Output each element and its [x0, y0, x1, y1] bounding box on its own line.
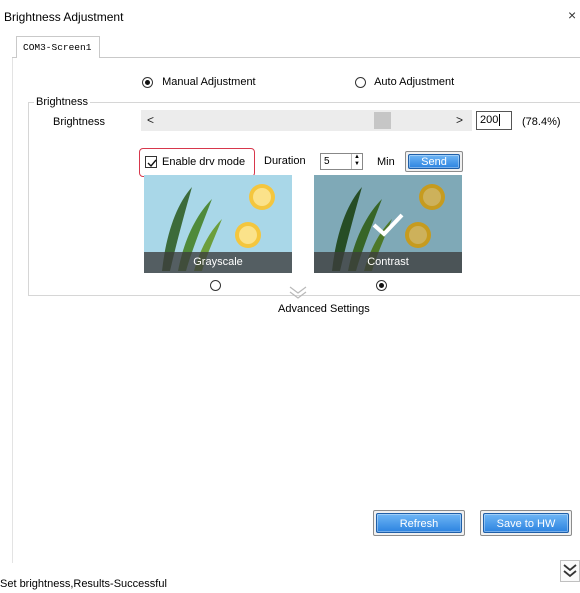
refresh-button[interactable]: Refresh	[376, 513, 462, 533]
contrast-preset-image[interactable]: Contrast	[314, 175, 462, 273]
enable-drv-mode-label: Enable drv mode	[162, 156, 246, 168]
status-message: Set brightness,Results-Successful	[0, 578, 167, 590]
brightness-percent: (78.4%)	[522, 116, 561, 128]
contrast-preset-radio[interactable]	[376, 280, 387, 291]
grayscale-caption: Grayscale	[144, 252, 292, 273]
save-to-hw-button-frame: Save to HW	[480, 510, 572, 536]
grayscale-preset-image[interactable]: Grayscale	[144, 175, 292, 273]
brightness-slider[interactable]: < >	[141, 110, 472, 131]
brightness-group	[28, 102, 580, 296]
advanced-settings-link[interactable]: Advanced Settings	[278, 303, 370, 315]
auto-adjustment-option[interactable]: Auto Adjustment	[355, 76, 454, 88]
duration-unit: Min	[377, 156, 395, 168]
expand-corner-button[interactable]	[560, 560, 580, 582]
grayscale-preset-radio[interactable]	[210, 280, 221, 291]
tab-strip: COM3-Screen1	[12, 36, 580, 59]
manual-adjustment-option[interactable]: Manual Adjustment	[142, 76, 256, 88]
selected-checkmark-icon	[372, 213, 404, 237]
brightness-group-label: Brightness	[34, 96, 90, 108]
check-icon	[147, 159, 157, 168]
manual-adjustment-label: Manual Adjustment	[162, 76, 256, 89]
auto-adjustment-radio[interactable]	[355, 76, 366, 88]
send-button[interactable]: Send	[408, 154, 460, 169]
manual-adjustment-radio[interactable]	[142, 76, 153, 88]
auto-adjustment-label: Auto Adjustment	[374, 76, 455, 89]
tab-com3-screen1[interactable]: COM3-Screen1	[16, 36, 101, 59]
duration-value[interactable]: 5	[324, 156, 330, 167]
contrast-caption: Contrast	[314, 252, 462, 273]
double-chevron-down-icon[interactable]	[288, 285, 308, 301]
slider-right-arrow-icon[interactable]: >	[456, 113, 463, 127]
enable-drv-mode-checkbox[interactable]	[145, 156, 157, 168]
refresh-button-frame: Refresh	[373, 510, 465, 536]
slider-thumb[interactable]	[374, 112, 391, 129]
brightness-label: Brightness	[53, 116, 105, 128]
send-button-frame: Send	[405, 151, 463, 172]
save-to-hw-button[interactable]: Save to HW	[483, 513, 569, 533]
double-chevron-down-icon	[563, 564, 577, 578]
duration-label: Duration	[264, 155, 306, 167]
close-icon[interactable]: ×	[568, 8, 576, 22]
window-title: Brightness Adjustment	[4, 10, 124, 24]
slider-left-arrow-icon[interactable]: <	[147, 113, 154, 127]
title-bar: Brightness Adjustment ×	[0, 0, 580, 28]
stepper-arrows-icon[interactable]: ▲ ▼	[351, 154, 362, 169]
duration-stepper[interactable]: 5 ▲ ▼	[320, 153, 363, 170]
brightness-value-input[interactable]: 200	[476, 111, 512, 130]
